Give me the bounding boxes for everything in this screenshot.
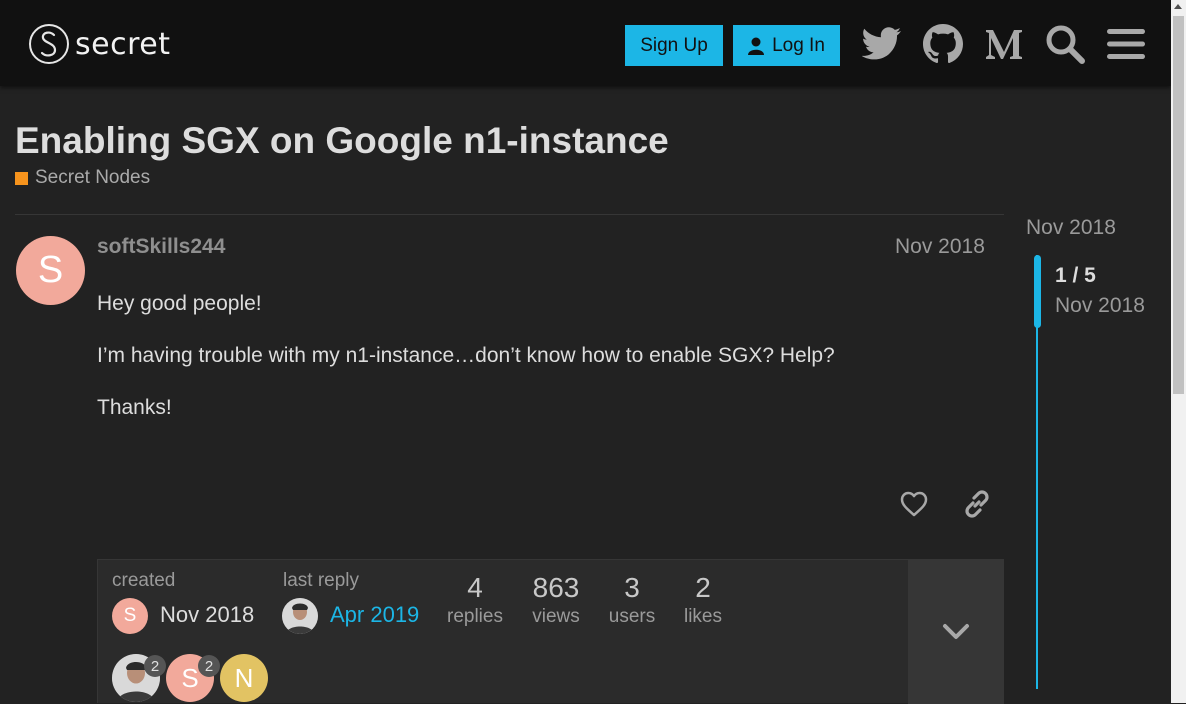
participant-avatar[interactable]: N	[220, 654, 268, 702]
users-label: users	[608, 606, 656, 627]
medium-icon[interactable]	[982, 22, 1026, 66]
link-icon	[965, 490, 989, 518]
timeline-start-date[interactable]: Nov 2018	[1026, 216, 1116, 240]
expand-topic-map-button[interactable]	[908, 560, 1004, 704]
created-date: Nov 2018	[160, 602, 255, 627]
log-in-label: Log In	[772, 34, 825, 56]
post-paragraph: Hey good people!	[97, 292, 262, 315]
participant-post-count: 2	[144, 655, 166, 677]
views-count: 863	[532, 572, 580, 603]
hamburger-menu-icon[interactable]	[1104, 22, 1148, 66]
scroll-up-arrow-icon[interactable]	[1174, 4, 1182, 9]
users-count: 3	[624, 572, 640, 603]
site-logo[interactable]: secret	[29, 24, 170, 64]
logo-text: secret	[75, 26, 171, 62]
post-author-username[interactable]: softSkills244	[97, 235, 225, 259]
likes-label: likes	[683, 606, 722, 627]
log-in-button[interactable]: Log In	[733, 25, 840, 66]
secret-logo-icon	[29, 24, 69, 64]
like-button[interactable]	[894, 484, 934, 524]
heart-icon	[900, 491, 928, 517]
chevron-down-icon	[943, 624, 969, 639]
participant-post-count: 2	[198, 655, 220, 677]
category-name: Secret Nodes	[35, 167, 151, 188]
post-paragraph: Thanks!	[97, 396, 172, 419]
timeline-current-date: Nov 2018	[1055, 294, 1145, 317]
last-reply-date[interactable]: Apr 2019	[330, 602, 419, 628]
sign-up-button[interactable]: Sign Up	[625, 25, 723, 66]
topic-title[interactable]: Enabling SGX on Google n1-instance	[15, 120, 669, 162]
likes-count: 2	[695, 572, 711, 603]
timeline-post-position: 1 / 5	[1055, 264, 1096, 287]
copy-link-button[interactable]	[957, 484, 997, 524]
category-color-swatch	[15, 171, 28, 185]
post-author-avatar[interactable]: S	[16, 236, 85, 305]
post-date[interactable]: Nov 2018	[895, 235, 985, 259]
topic-map: created S Nov 2018 last reply Apr 2019 4…	[97, 559, 1004, 704]
replies-label: replies	[447, 606, 503, 627]
created-avatar[interactable]: S	[112, 598, 148, 634]
timeline-scroll-handle[interactable]	[1034, 255, 1041, 328]
site-header: secret Sign Up Log In	[0, 0, 1171, 86]
views-label: views	[532, 606, 580, 627]
last-reply-label: last reply	[283, 570, 360, 591]
category-badge[interactable]: Secret Nodes	[15, 167, 150, 189]
replies-count: 4	[467, 572, 483, 603]
github-icon[interactable]	[921, 22, 965, 66]
post-paragraph: I’m having trouble with my n1-instance…d…	[97, 344, 835, 367]
user-icon	[748, 37, 765, 55]
created-label: created	[112, 570, 176, 591]
search-icon[interactable]	[1043, 22, 1087, 66]
title-divider	[15, 214, 1004, 215]
last-reply-avatar[interactable]	[282, 598, 318, 634]
page-scrollbar[interactable]	[1171, 0, 1186, 703]
scrollbar-thumb[interactable]	[1173, 16, 1184, 394]
twitter-icon[interactable]	[860, 22, 904, 66]
